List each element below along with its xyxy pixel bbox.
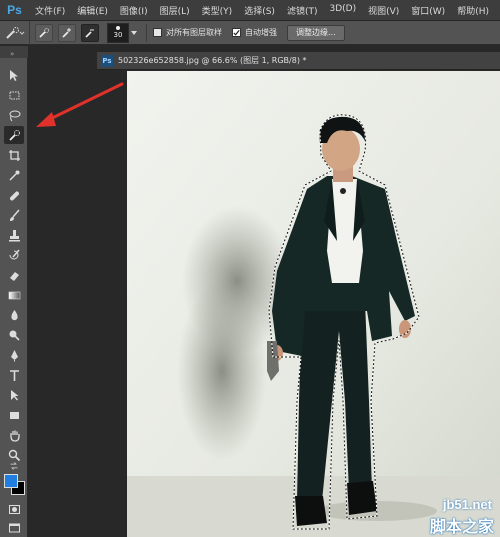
tools-panel: » bbox=[0, 46, 28, 537]
healing-tool-button[interactable] bbox=[4, 186, 24, 204]
psd-file-icon: Ps bbox=[101, 54, 113, 67]
chevron-down-icon bbox=[131, 30, 137, 35]
brush-add-icon bbox=[62, 27, 71, 38]
path-selection-tool-button[interactable] bbox=[4, 386, 24, 404]
quick-selection-icon bbox=[8, 129, 20, 141]
brush-tip-preview bbox=[116, 26, 120, 30]
quick-selection-icon bbox=[5, 26, 24, 39]
quick-mask-button[interactable] bbox=[4, 500, 24, 518]
history-brush-icon bbox=[9, 249, 20, 259]
sample-all-layers-label: 对所有图层取样 bbox=[166, 28, 222, 37]
hand-tool-button[interactable] bbox=[4, 426, 24, 444]
document-tab[interactable]: Ps 502326e652858.jpg @ 66.6% (图层 1, RGB/… bbox=[97, 52, 500, 70]
blur-tool-button[interactable] bbox=[4, 306, 24, 324]
screen-mode-icon bbox=[8, 523, 20, 532]
options-bar: 30 对所有图层取样 自动增强 调整边缘... bbox=[0, 20, 500, 45]
workspace-background bbox=[29, 46, 97, 537]
eraser-icon bbox=[9, 271, 19, 281]
quick-mask-icon bbox=[8, 504, 20, 514]
eyedropper-tool-button[interactable] bbox=[4, 166, 24, 184]
rectangular-marquee-icon bbox=[9, 91, 19, 99]
menu-bar: Ps 文件(F) 编辑(E) 图像(I) 图层(L) 类型(Y) 选择(S) 滤… bbox=[0, 0, 500, 21]
menu-image[interactable]: 图像(I) bbox=[114, 4, 154, 17]
spot-healing-icon bbox=[9, 191, 19, 200]
swap-colors-button[interactable] bbox=[4, 460, 24, 472]
brush-new-icon bbox=[39, 27, 49, 38]
menu-view[interactable]: 视图(V) bbox=[362, 4, 405, 17]
man-in-suit-photo bbox=[127, 71, 500, 537]
crop-tool-button[interactable] bbox=[4, 146, 24, 164]
watermark-brand: 脚本之家 bbox=[429, 517, 494, 536]
lasso-tool-button[interactable] bbox=[4, 106, 24, 124]
dodge-icon bbox=[9, 330, 20, 341]
gradient-tool-button[interactable] bbox=[4, 286, 24, 304]
auto-enhance-checkbox[interactable] bbox=[232, 28, 241, 37]
blur-icon bbox=[10, 309, 18, 320]
brush-tool-button[interactable] bbox=[4, 206, 24, 224]
new-selection-button[interactable] bbox=[35, 23, 53, 42]
hand-icon bbox=[9, 430, 20, 442]
marquee-tool-button[interactable] bbox=[4, 86, 24, 104]
checkmark-icon bbox=[233, 29, 240, 36]
quick-selection-tool-button[interactable] bbox=[4, 126, 24, 144]
sample-all-layers-checkbox[interactable] bbox=[153, 28, 162, 37]
rectangle-shape-icon bbox=[9, 411, 19, 419]
swap-arrows-icon bbox=[10, 462, 18, 470]
menu-filter[interactable]: 滤镜(T) bbox=[281, 4, 324, 17]
document-window: Ps 502326e652858.jpg @ 66.6% (图层 1, RGB/… bbox=[97, 52, 500, 537]
brush-size-value: 30 bbox=[113, 31, 123, 39]
subtract-from-selection-button[interactable] bbox=[81, 23, 99, 42]
options-divider bbox=[146, 23, 147, 42]
lasso-icon bbox=[9, 110, 20, 121]
brush-size-picker[interactable]: 30 bbox=[107, 22, 129, 43]
refine-edge-button[interactable]: 调整边缘... bbox=[287, 24, 345, 41]
menu-edit[interactable]: 编辑(E) bbox=[71, 4, 114, 17]
menu-window[interactable]: 窗口(W) bbox=[405, 4, 451, 17]
eraser-tool-button[interactable] bbox=[4, 266, 24, 284]
crop-icon bbox=[8, 149, 20, 161]
canvas-area[interactable] bbox=[97, 71, 500, 537]
eyedropper-icon bbox=[8, 170, 19, 181]
collapse-icon: » bbox=[10, 50, 15, 58]
clone-stamp-icon bbox=[8, 229, 20, 241]
watermark-site: jb51.net bbox=[442, 497, 492, 512]
clone-stamp-tool-button[interactable] bbox=[4, 226, 24, 244]
menu-help[interactable]: 帮助(H) bbox=[451, 4, 495, 17]
menu-3d[interactable]: 3D(D) bbox=[323, 4, 362, 17]
gradient-icon bbox=[8, 291, 20, 299]
tools-panel-grip[interactable]: » bbox=[0, 46, 28, 58]
menu-select[interactable]: 选择(S) bbox=[238, 4, 281, 17]
type-tool-button[interactable] bbox=[4, 366, 24, 384]
brush-icon bbox=[9, 209, 20, 221]
menu-layer[interactable]: 图层(L) bbox=[154, 4, 196, 17]
auto-enhance-label: 自动增强 bbox=[245, 28, 277, 37]
pen-icon bbox=[10, 349, 18, 361]
main-menu: 文件(F) 编辑(E) 图像(I) 图层(L) 类型(Y) 选择(S) 滤镜(T… bbox=[29, 4, 495, 17]
photo-canvas[interactable] bbox=[127, 71, 500, 537]
move-tool-icon bbox=[9, 69, 18, 81]
type-icon bbox=[9, 369, 19, 381]
path-selection-icon bbox=[10, 389, 18, 400]
photoshop-logo: Ps bbox=[7, 3, 22, 17]
menu-type[interactable]: 类型(Y) bbox=[196, 4, 239, 17]
brush-subtract-icon bbox=[85, 29, 94, 38]
screen-mode-button[interactable] bbox=[4, 518, 24, 536]
color-swatches bbox=[4, 474, 26, 496]
menu-file[interactable]: 文件(F) bbox=[29, 4, 71, 17]
pen-tool-button[interactable] bbox=[4, 346, 24, 364]
history-brush-tool-button[interactable] bbox=[4, 246, 24, 264]
foreground-color-swatch[interactable] bbox=[4, 474, 18, 488]
add-to-selection-button[interactable] bbox=[58, 23, 76, 42]
brush-size-dropdown[interactable] bbox=[130, 23, 138, 43]
shape-tool-button[interactable] bbox=[4, 406, 24, 424]
move-tool-button[interactable] bbox=[4, 66, 24, 84]
dodge-tool-button[interactable] bbox=[4, 326, 24, 344]
watermark: jb51.net 脚本之家 bbox=[404, 493, 498, 536]
tool-preset-picker[interactable] bbox=[0, 20, 30, 45]
document-tab-title: 502326e652858.jpg @ 66.6% (图层 1, RGB/8) … bbox=[118, 56, 307, 65]
